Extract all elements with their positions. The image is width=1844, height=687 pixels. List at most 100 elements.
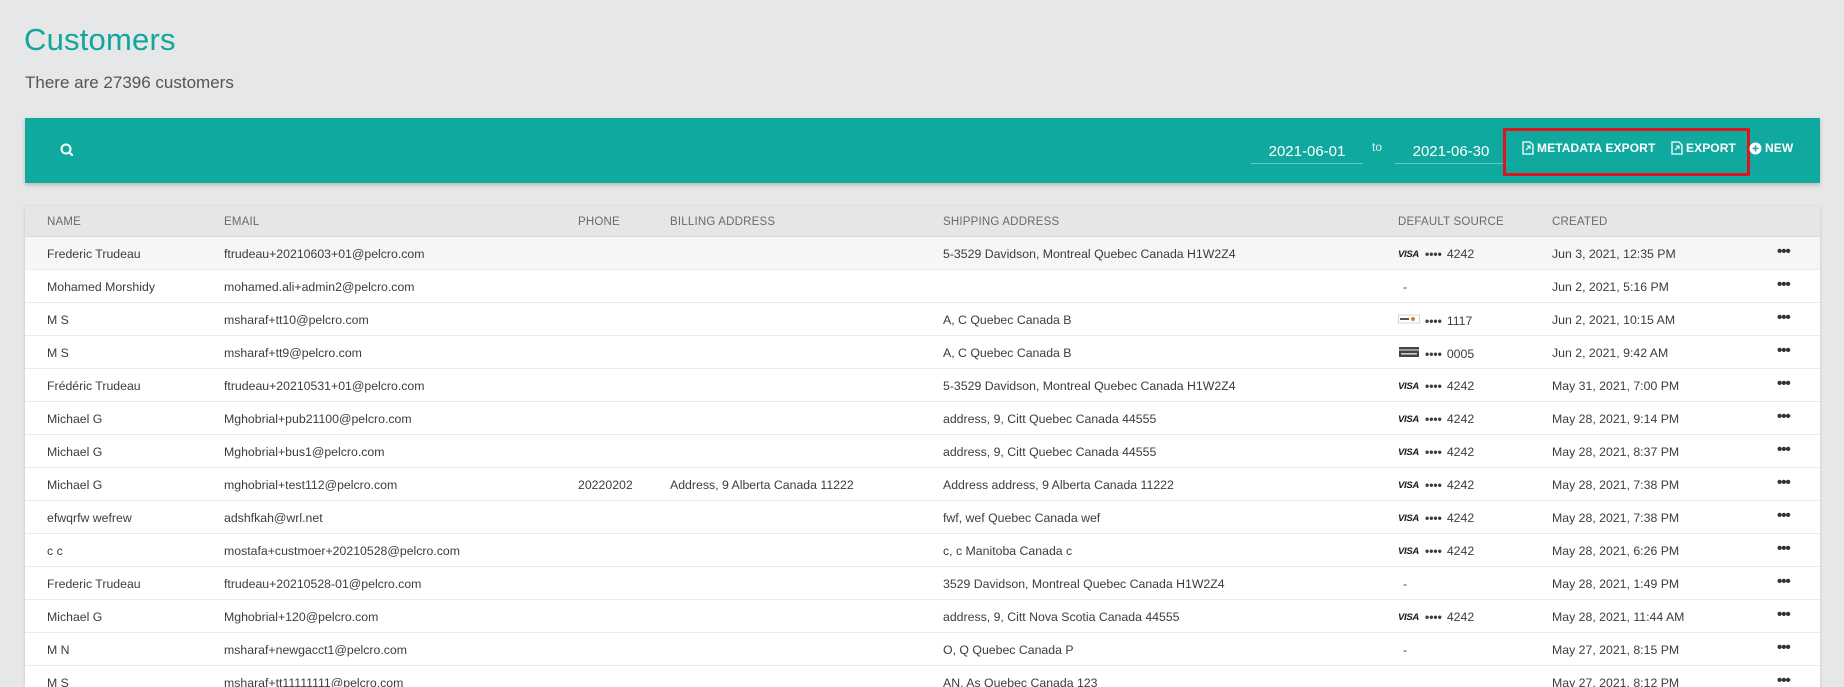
more-actions-icon[interactable]: ••• (1777, 606, 1791, 623)
table-row[interactable]: c c mostafa+custmoer+20210528@pelcro.com c… (25, 534, 1820, 567)
table-row[interactable]: M N msharaf+newgacct1@pelcro.com O, Q Queb… (25, 633, 1820, 666)
customer-name[interactable]: Frédéric Trudeau (47, 379, 141, 393)
shipping-address: fwf, wef Quebec Canada wef (943, 511, 1101, 525)
table-row[interactable]: Michael G Mghobrial+bus1@pelcro.com addres… (25, 435, 1820, 468)
more-actions-icon[interactable]: ••• (1777, 507, 1791, 524)
more-actions-icon[interactable]: ••• (1777, 540, 1791, 557)
shipping-address: 3529 Davidson, Montreal Quebec Canada H1… (943, 577, 1225, 591)
customer-name[interactable]: Michael G (47, 412, 102, 426)
customer-name[interactable]: M S (47, 313, 69, 327)
search-icon[interactable] (55, 138, 79, 162)
customer-name[interactable]: M N (47, 643, 70, 657)
table-row[interactable]: M S msharaf+tt9@pelcro.com A, C Quebec Can… (25, 336, 1820, 369)
visa-logo-icon: VISA (1398, 611, 1419, 623)
card-last4: 0005 (1446, 346, 1475, 361)
more-actions-icon[interactable]: ••• (1777, 573, 1791, 590)
customer-phone: 20220202 (578, 478, 633, 492)
customer-name[interactable]: c c (47, 544, 63, 558)
card-mask: •••• (1425, 247, 1442, 261)
more-actions-icon[interactable]: ••• (1777, 408, 1791, 425)
customer-name[interactable]: Michael G (47, 610, 102, 624)
default-source: VISA •••• 4242 (1398, 412, 1474, 426)
shipping-address: AN, As Quebec Canada 123 (943, 676, 1098, 687)
column-header-billing[interactable]: BILLING ADDRESS (670, 216, 775, 228)
more-actions-icon[interactable]: ••• (1777, 243, 1791, 260)
more-actions-icon[interactable]: ••• (1777, 276, 1791, 293)
visa-logo-icon: VISA (1398, 512, 1419, 524)
customer-name[interactable]: Mohamed Morshidy (47, 280, 155, 294)
more-actions-icon[interactable]: ••• (1777, 474, 1791, 491)
export-label: EXPORT (1686, 141, 1736, 155)
card-mask: •••• (1425, 313, 1442, 328)
column-header-shipping[interactable]: SHIPPING ADDRESS (943, 216, 1059, 228)
customers-table: NAME EMAIL PHONE BILLING ADDRESS SHIPPIN… (25, 206, 1820, 687)
card-mask: •••• (1425, 544, 1442, 558)
column-header-default-source[interactable]: DEFAULT SOURCE (1398, 216, 1504, 228)
default-source: VISA •••• 4242 (1398, 445, 1474, 459)
more-actions-icon[interactable]: ••• (1777, 309, 1791, 326)
shipping-address: A, C Quebec Canada B (943, 313, 1072, 327)
customer-name[interactable]: Michael G (47, 478, 102, 492)
date-from-input[interactable] (1251, 140, 1363, 164)
table-row[interactable]: Frederic Trudeau ftrudeau+20210528-01@pel… (25, 567, 1820, 600)
shipping-address: A, C Quebec Canada B (943, 346, 1072, 360)
customer-name[interactable]: Michael G (47, 445, 102, 459)
customer-name[interactable]: M S (47, 676, 69, 687)
default-source: VISA •••• 4242 (1398, 379, 1474, 393)
table-row[interactable]: Frederic Trudeau ftrudeau+20210603+01@pel… (25, 237, 1820, 270)
export-button[interactable]: EXPORT (1671, 141, 1736, 155)
discover-card-icon (1398, 313, 1420, 328)
card-last4: 1117 (1446, 313, 1473, 328)
more-actions-icon[interactable]: ••• (1777, 639, 1791, 656)
more-actions-icon[interactable]: ••• (1777, 342, 1791, 359)
table-row[interactable]: M S msharaf+tt11111111@pelcro.com AN, As Q… (25, 666, 1820, 687)
file-export-icon (1522, 141, 1534, 155)
new-customer-button[interactable]: NEW (1749, 141, 1793, 155)
table-row[interactable]: Michael G Mghobrial+pub21100@pelcro.com ad… (25, 402, 1820, 435)
customer-email: msharaf+tt10@pelcro.com (224, 313, 369, 327)
default-source: - (1398, 643, 1407, 657)
visa-logo-icon: VISA (1398, 248, 1419, 260)
created-date: May 28, 2021, 7:38 PM (1552, 511, 1680, 525)
customer-email: ftrudeau+20210603+01@pelcro.com (224, 247, 425, 261)
new-label: NEW (1765, 141, 1794, 155)
customer-email: Mghobrial+pub21100@pelcro.com (224, 412, 412, 426)
table-row[interactable]: Frédéric Trudeau ftrudeau+20210531+01@pel… (25, 369, 1820, 402)
card-last4: 4242 (1446, 379, 1475, 393)
card-mask: •••• (1425, 379, 1442, 393)
plus-circle-icon (1749, 142, 1762, 155)
created-date: May 28, 2021, 1:49 PM (1552, 577, 1680, 591)
created-date: May 31, 2021, 7:00 PM (1552, 379, 1680, 393)
customer-name[interactable]: Frederic Trudeau (47, 577, 141, 591)
default-source: VISA •••• 4242 (1398, 247, 1474, 261)
customer-email: Mghobrial+bus1@pelcro.com (224, 445, 385, 459)
shipping-address: address, 9, Citt Quebec Canada 44555 (943, 445, 1157, 459)
table-body: Frederic Trudeau ftrudeau+20210603+01@pel… (25, 237, 1820, 687)
customer-name[interactable]: M S (47, 346, 69, 360)
customer-email: mohamed.ali+admin2@pelcro.com (224, 280, 415, 294)
customer-name[interactable]: efwqrfw wefrew (47, 511, 132, 525)
column-header-phone[interactable]: PHONE (578, 216, 620, 228)
card-last4: - (1403, 280, 1408, 294)
table-row[interactable]: Michael G mghobrial+test112@pelcro.com 202… (25, 468, 1820, 501)
more-actions-icon[interactable]: ••• (1777, 441, 1791, 458)
date-to-input[interactable] (1395, 140, 1507, 164)
customer-name[interactable]: Frederic Trudeau (47, 247, 141, 261)
more-actions-icon[interactable]: ••• (1777, 375, 1791, 392)
billing-address: Address, 9 Alberta Canada 11222 (670, 478, 854, 492)
column-header-created[interactable]: CREATED (1552, 216, 1608, 228)
created-date: Jun 2, 2021, 5:16 PM (1552, 280, 1669, 294)
more-actions-icon[interactable]: ••• (1777, 672, 1791, 687)
column-header-name[interactable]: NAME (47, 216, 81, 228)
column-header-email[interactable]: EMAIL (224, 216, 260, 228)
default-source: •••• 0005 (1398, 346, 1474, 361)
table-row[interactable]: M S msharaf+tt10@pelcro.com A, C Quebec Ca… (25, 303, 1820, 336)
metadata-export-button[interactable]: METADATA EXPORT (1522, 141, 1655, 155)
date-range-separator: to (1372, 140, 1383, 154)
table-row[interactable]: Michael G Mghobrial+120@pelcro.com address… (25, 600, 1820, 633)
customer-email: msharaf+newgacct1@pelcro.com (224, 643, 408, 657)
card-last4: 4242 (1446, 610, 1475, 624)
table-row[interactable]: efwqrfw wefrew adshfkah@wrl.net fwf, wef Q… (25, 501, 1820, 534)
default-source: •••• 1117 (1398, 313, 1472, 328)
table-row[interactable]: Mohamed Morshidy mohamed.ali+admin2@pelcr… (25, 270, 1820, 303)
